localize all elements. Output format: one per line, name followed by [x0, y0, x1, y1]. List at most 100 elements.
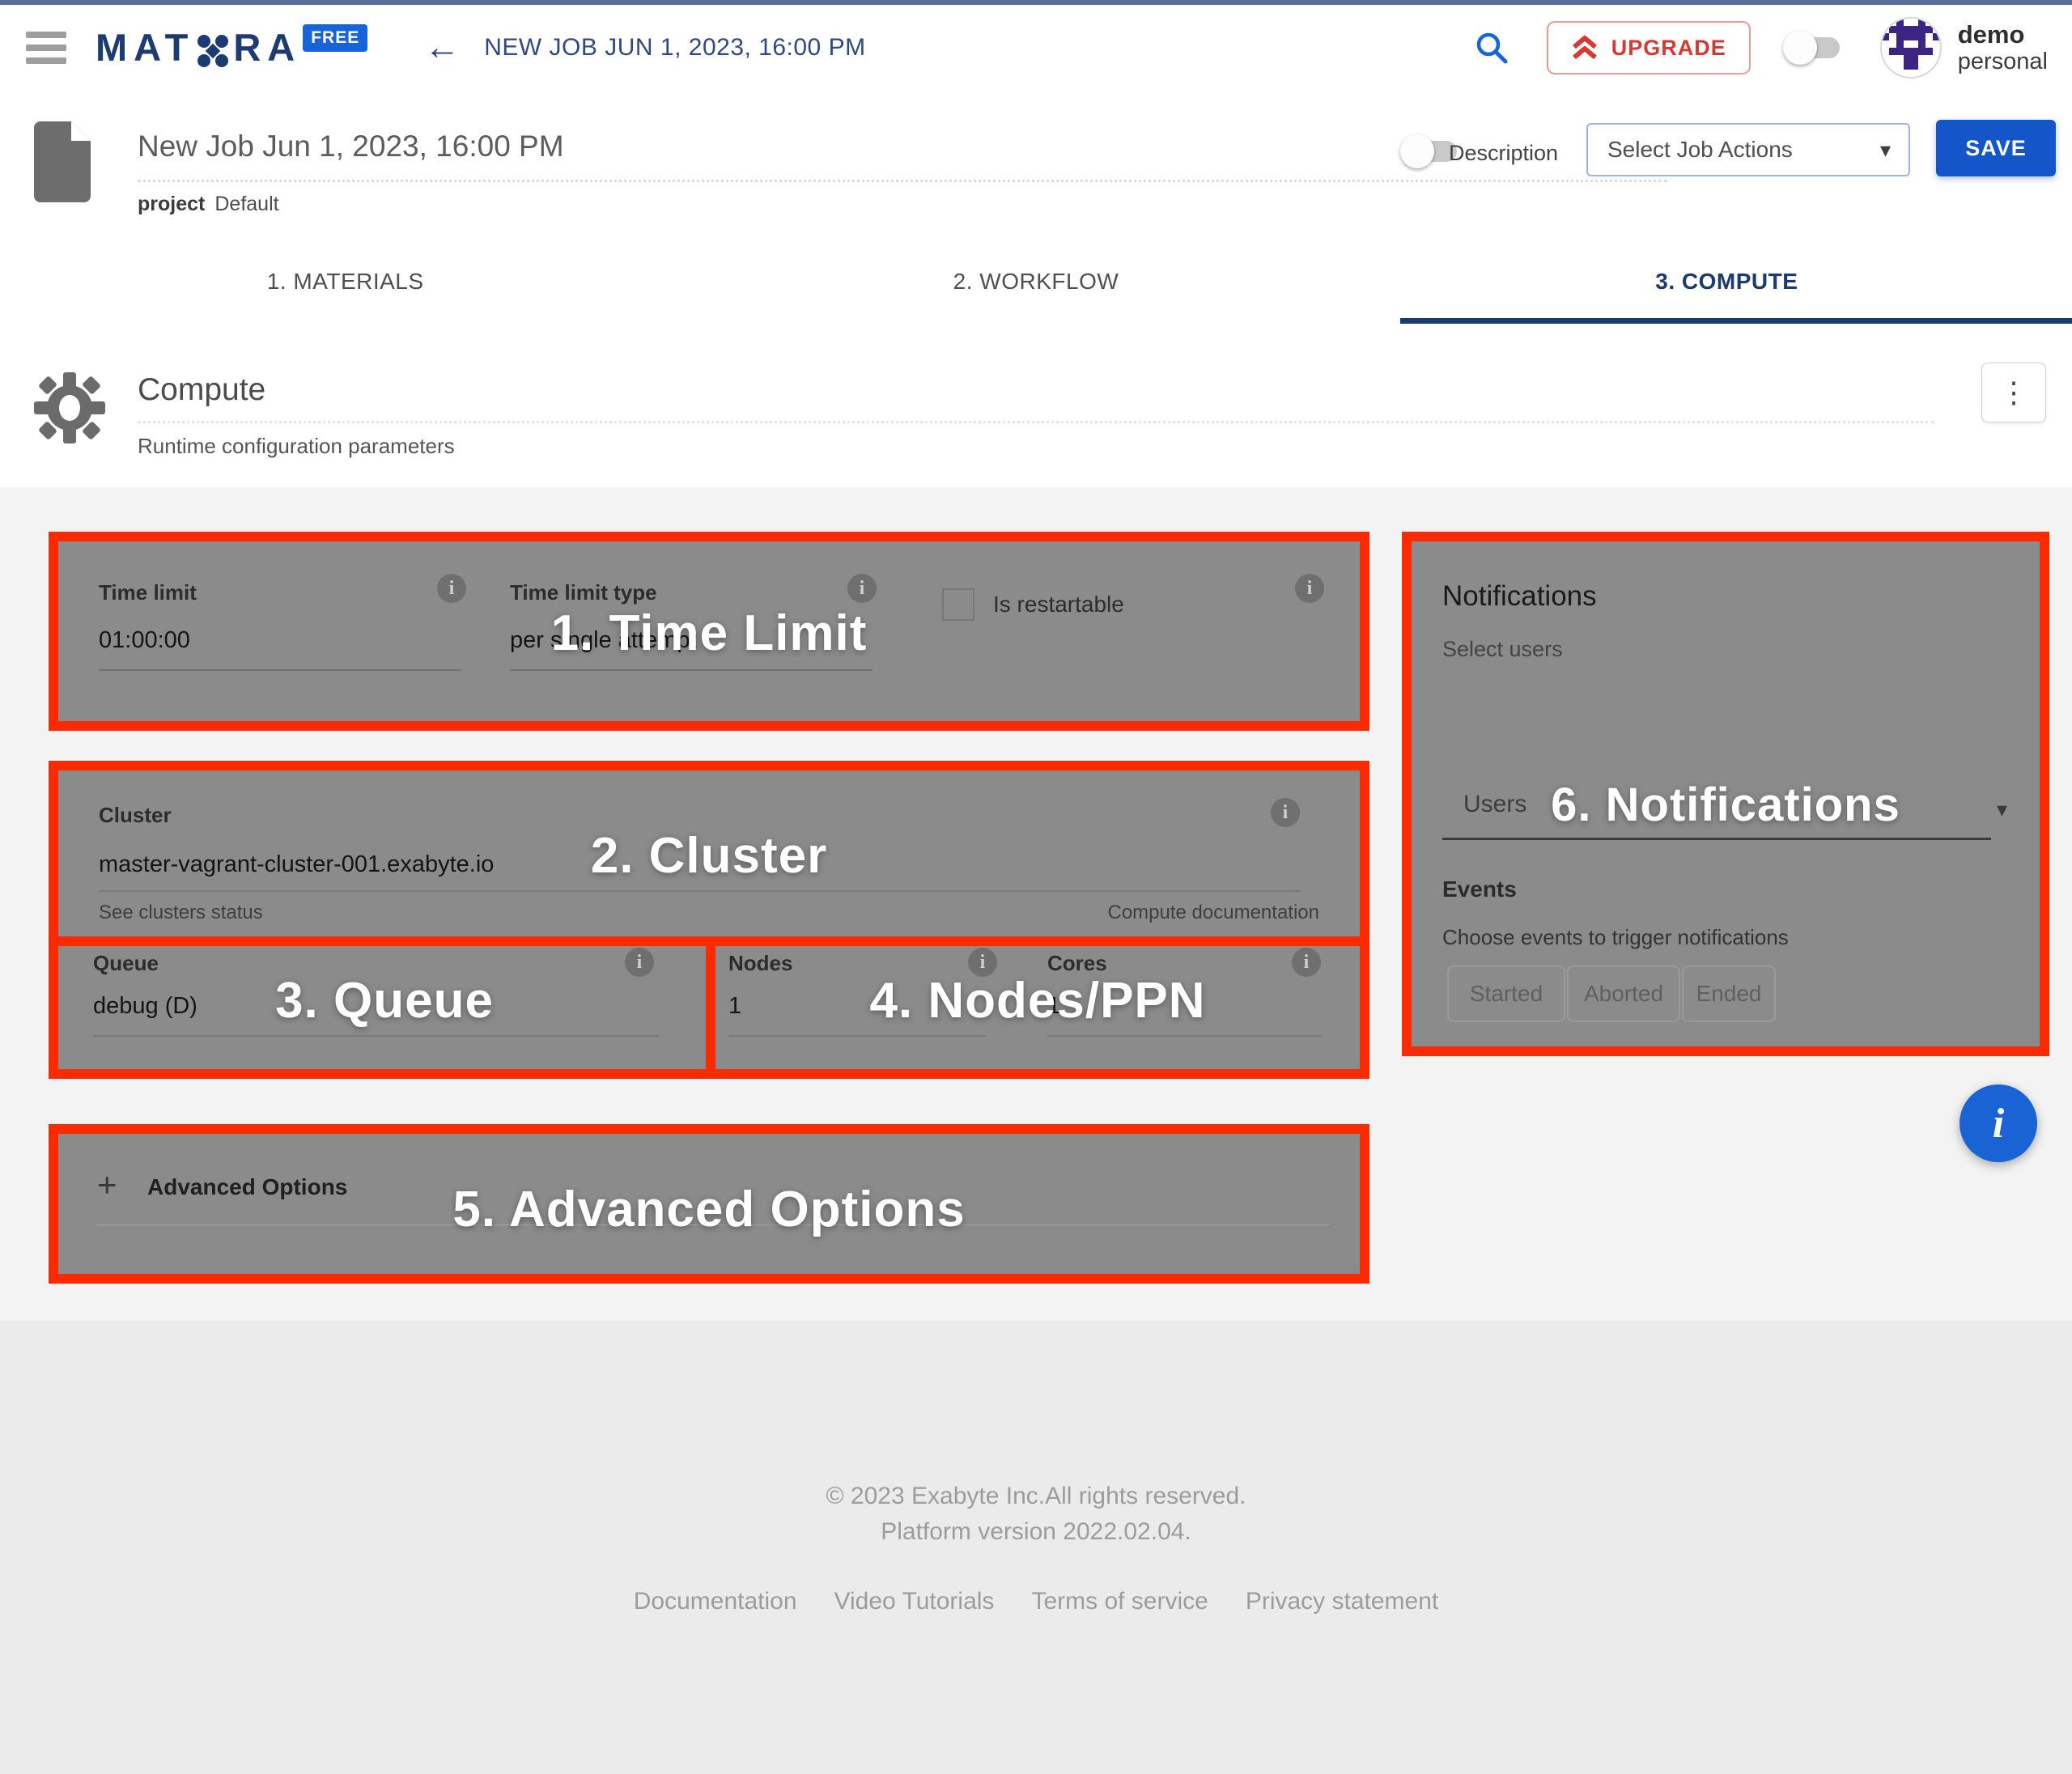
user-name: demo [1958, 20, 2048, 49]
annotation-box-queue: Queue i debug (D) 3. Queue [49, 936, 720, 1079]
info-icon: i [1993, 1100, 2004, 1148]
platform-version-text: Platform version 2022.02.04. [0, 1518, 2072, 1546]
field-underline [99, 669, 461, 671]
cluster-label: Cluster [99, 803, 172, 828]
annotation-box-notifications: Notifications Select users Users ▾ Event… [1402, 532, 2049, 1056]
users-select[interactable]: Users [1463, 791, 1526, 818]
time-limit-label: Time limit [99, 580, 197, 605]
logo-3-glyph-icon [194, 32, 231, 70]
info-fab-button[interactable]: i [1959, 1084, 2037, 1162]
advanced-options-label[interactable]: Advanced Options [147, 1174, 347, 1200]
save-button[interactable]: SAVE [1936, 120, 2056, 176]
back-arrow-icon[interactable]: ← [424, 30, 460, 66]
cores-input[interactable]: 1 [1047, 993, 1060, 1020]
mat3ra-logo[interactable]: MAT RA FREE [96, 19, 367, 76]
is-restartable-checkbox[interactable] [942, 588, 974, 621]
field-underline [510, 669, 873, 671]
queue-select[interactable]: debug (D) [93, 993, 197, 1020]
logo-text-post: RA [233, 19, 301, 76]
compute-section-header: Compute Runtime configuration parameters… [0, 324, 2072, 489]
users-underline [1442, 838, 1991, 840]
tab-materials[interactable]: 1. MATERIALS [0, 240, 690, 324]
field-underline [93, 1035, 660, 1037]
footer-link-video-tutorials[interactable]: Video Tutorials [834, 1588, 995, 1615]
kebab-icon: ⋮ [1999, 376, 2028, 410]
info-icon[interactable]: i [847, 574, 877, 603]
annotation-label: 1. Time Limit [58, 605, 1360, 662]
see-clusters-status-link[interactable]: See clusters status [99, 902, 263, 924]
project-value: Default [214, 193, 278, 215]
hamburger-menu-icon[interactable] [26, 32, 66, 64]
compute-documentation-link[interactable]: Compute documentation [1108, 902, 1320, 924]
caret-down-icon: ▾ [1880, 138, 1891, 163]
job-actions-select[interactable]: Select Job Actions ▾ [1586, 123, 1910, 176]
copyright-text: © 2023 Exabyte Inc.All rights reserved. [0, 1483, 2072, 1510]
footer-link-documentation[interactable]: Documentation [634, 1588, 797, 1615]
notifications-title: Notifications [1442, 580, 1597, 613]
job-actions-value: Select Job Actions [1607, 137, 1793, 163]
compute-title: Compute [138, 372, 265, 408]
cluster-select[interactable]: master-vagrant-cluster-001.exabyte.io [99, 851, 494, 878]
footer-link-privacy[interactable]: Privacy statement [1246, 1588, 1438, 1615]
footer: © 2023 Exabyte Inc.All rights reserved. … [0, 1321, 2072, 1774]
appbar-right: UPGRADE [1472, 17, 2048, 79]
app-bar: MAT RA FREE ← NEW JOB JUN 1, 2023, 16:00… [0, 5, 2072, 91]
info-icon[interactable]: i [1292, 948, 1321, 977]
job-title: New Job Jun 1, 2023, 16:00 PM [138, 129, 564, 163]
compute-form-area: Time limit i 01:00:00 Time limit type i … [0, 487, 2072, 1321]
project-label: project [138, 193, 205, 215]
info-icon[interactable]: i [437, 574, 466, 603]
info-icon[interactable]: i [1271, 798, 1300, 827]
caret-down-icon[interactable]: ▾ [1997, 797, 2007, 822]
time-limit-type-select[interactable]: per single attempt [510, 627, 697, 654]
footer-link-terms[interactable]: Terms of service [1031, 1588, 1208, 1615]
logo-text-pre: MAT [96, 19, 194, 76]
description-label: Description [1449, 141, 1558, 166]
events-label: Events [1442, 876, 1517, 902]
avatar[interactable] [1880, 17, 1942, 79]
info-icon[interactable]: i [1295, 574, 1324, 603]
tab-compute[interactable]: 3. COMPUTE [1382, 240, 2072, 324]
cores-label: Cores [1047, 951, 1107, 976]
event-button-ended[interactable]: Ended [1682, 966, 1776, 1022]
user-account: personal [1958, 49, 2048, 75]
expand-plus-icon[interactable]: + [97, 1168, 117, 1202]
annotation-box-time-limit: Time limit i 01:00:00 Time limit type i … [49, 532, 1369, 731]
theme-toggle[interactable] [1783, 29, 1845, 66]
section-underline [97, 1224, 1329, 1225]
compute-divider [138, 421, 1934, 423]
time-limit-type-label: Time limit type [510, 580, 657, 605]
info-icon[interactable]: i [968, 948, 997, 977]
gear-icon [28, 366, 112, 450]
annotation-box-advanced-options: + Advanced Options 5. Advanced Options [49, 1124, 1369, 1284]
wizard-tabs: 1. MATERIALS 2. WORKFLOW 3. COMPUTE [0, 240, 2072, 325]
search-icon[interactable] [1472, 28, 1511, 67]
time-limit-input[interactable]: 01:00:00 [99, 627, 190, 654]
user-block[interactable]: demo personal [1958, 20, 2048, 76]
tab-workflow[interactable]: 2. WORKFLOW [690, 240, 1381, 324]
queue-label: Queue [93, 951, 159, 976]
nodes-input[interactable]: 1 [728, 993, 741, 1020]
field-underline [99, 890, 1300, 892]
is-restartable-label: Is restartable [993, 592, 1124, 618]
title-divider [138, 180, 1667, 182]
event-button-aborted[interactable]: Aborted [1567, 966, 1680, 1022]
annotation-box-cluster: Cluster i master-vagrant-cluster-001.exa… [49, 761, 1369, 957]
footer-links: Documentation Video Tutorials Terms of s… [0, 1588, 2072, 1615]
annotation-box-nodes-ppn: Nodes i 1 Cores i 1 4. Nodes/PPN [706, 936, 1369, 1079]
field-underline [728, 1035, 986, 1037]
select-users-label: Select users [1442, 637, 1563, 662]
nodes-label: Nodes [728, 951, 792, 976]
kebab-menu-button[interactable]: ⋮ [1981, 363, 2046, 422]
field-underline [1047, 1035, 1321, 1037]
info-icon[interactable]: i [625, 948, 654, 977]
annotation-label: 4. Nodes/PPN [715, 972, 1360, 1029]
appbar-job-title: NEW JOB JUN 1, 2023, 16:00 PM [484, 34, 865, 62]
document-icon [32, 120, 92, 204]
double-chevron-up-icon [1571, 34, 1599, 62]
job-project: project Default [138, 193, 279, 216]
event-button-started[interactable]: Started [1447, 966, 1565, 1022]
events-hint: Choose events to trigger notifications [1442, 925, 1789, 950]
upgrade-button[interactable]: UPGRADE [1547, 21, 1751, 74]
compute-subtitle: Runtime configuration parameters [138, 434, 455, 459]
